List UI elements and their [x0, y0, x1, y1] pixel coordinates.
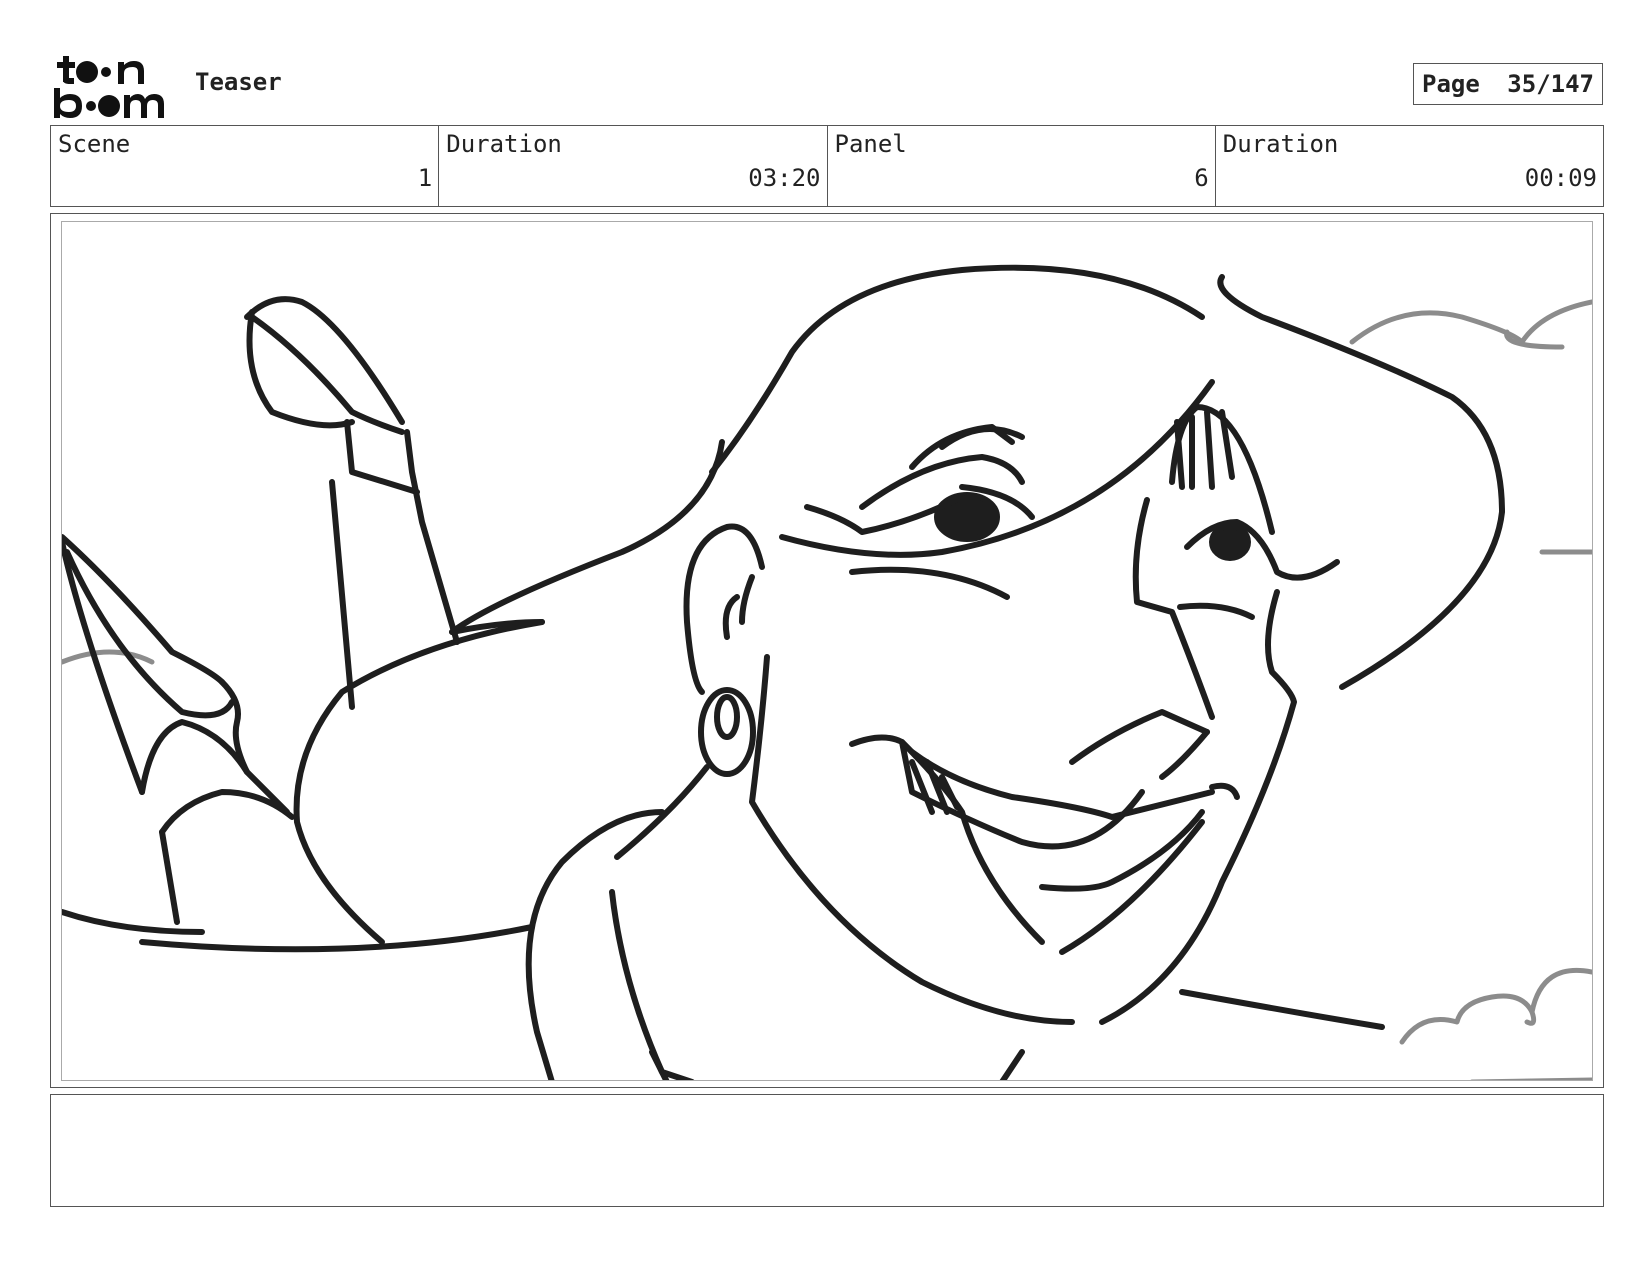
storyboard-drawing-area	[61, 221, 1593, 1081]
scene-value: 1	[417, 164, 433, 192]
hair-sketch	[709, 264, 1505, 690]
toon-boom-logo	[54, 56, 164, 118]
panel-value: 6	[1194, 164, 1209, 192]
panel-info-row: Scene 1 Duration 03:20 Panel 6 Duration …	[50, 125, 1604, 207]
page-label: Page	[1422, 70, 1480, 98]
storyboard-sketch	[62, 264, 1592, 1080]
mouth-sketch	[849, 709, 1240, 955]
scene-duration-label: Duration	[446, 130, 562, 158]
panel-duration-value: 00:09	[1524, 164, 1597, 192]
page-indicator: Page 35/147	[1413, 63, 1603, 105]
panel-duration-cell: Duration 00:09	[1216, 126, 1603, 206]
scene-duration-value: 03:20	[748, 164, 821, 192]
panel-label: Panel	[834, 130, 907, 158]
legs-sketch	[62, 296, 725, 945]
face-sketch	[749, 497, 1297, 1025]
panel-notes-box	[50, 1094, 1604, 1207]
scene-duration-cell: Duration 03:20	[439, 126, 828, 206]
ear-sketch	[683, 523, 765, 777]
panel-duration-label: Duration	[1222, 130, 1339, 158]
scene-cell: Scene 1	[51, 126, 440, 206]
project-title: Teaser	[195, 68, 282, 96]
page-number: 35/147	[1507, 70, 1594, 98]
panel-cell: Panel 6	[828, 126, 1216, 206]
scene-label: Scene	[58, 130, 131, 158]
storyboard-panel-frame	[50, 213, 1604, 1088]
eyes-sketch	[804, 404, 1340, 620]
